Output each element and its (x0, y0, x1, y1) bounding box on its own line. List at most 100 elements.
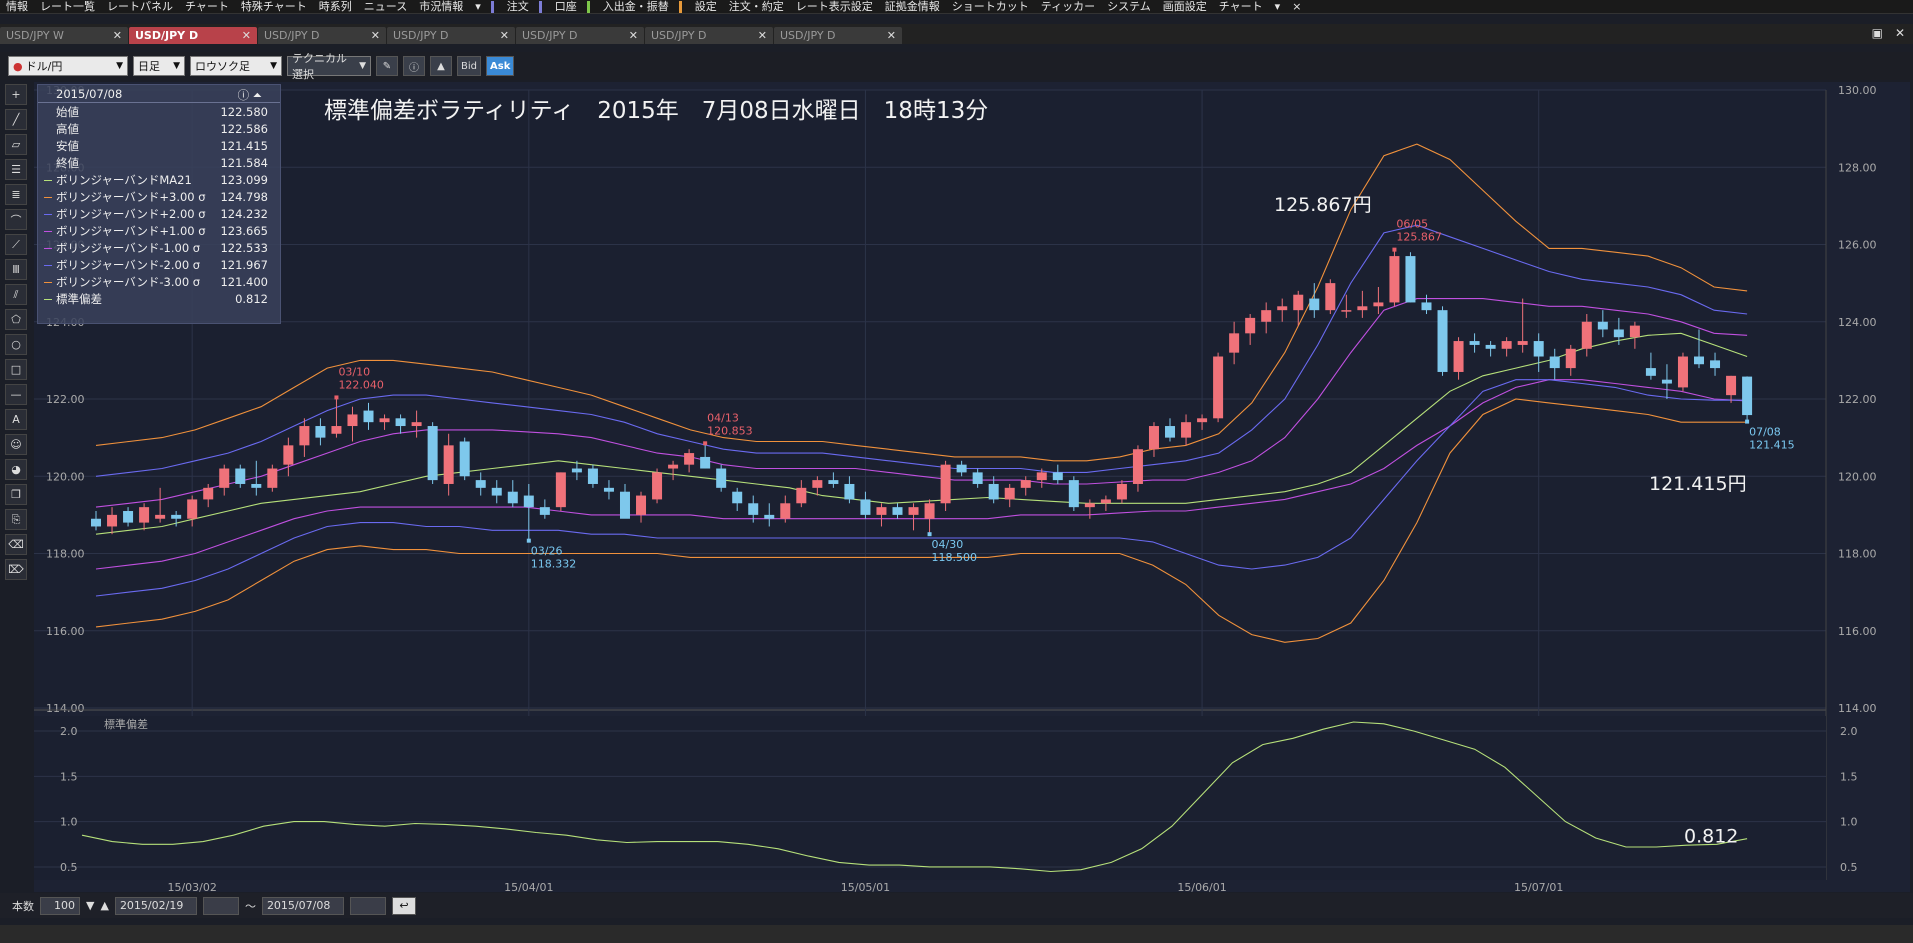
candle-body (619, 491, 630, 519)
menu-item[interactable]: ▾ (1269, 0, 1287, 14)
eraser-icon[interactable]: ⌫ (5, 534, 27, 555)
menu-item[interactable]: 口座 (549, 0, 583, 14)
candle-body (1293, 294, 1304, 311)
menu-item[interactable]: 時系列 (313, 0, 358, 14)
close-tab-icon[interactable]: ✕ (500, 29, 509, 42)
from-time-input[interactable] (202, 896, 239, 915)
menu-item[interactable]: ショートカット (946, 0, 1035, 14)
menu-item[interactable]: ▾ (469, 0, 487, 14)
menu-item[interactable]: × (1286, 0, 1307, 14)
restore-icon[interactable]: ▣ (1872, 26, 1883, 40)
technical-select[interactable]: テクニカル選択 ▼ (287, 52, 371, 81)
info-row: ボリンジャーバンド-2.00 σ 121.967 (38, 256, 280, 273)
erase-all-icon[interactable]: ⌦ (5, 559, 27, 580)
candle-body (1245, 317, 1256, 334)
pair-select[interactable]: ● ドル/円 ▼ (8, 56, 128, 76)
pencil-icon[interactable]: ✎ (376, 56, 398, 76)
fan-icon[interactable]: ⟋ (5, 234, 27, 255)
candle-body (171, 514, 182, 519)
copy-icon[interactable]: ❐ (5, 484, 27, 505)
extreme-marker (927, 532, 932, 537)
candle-body (235, 468, 246, 484)
menu-item[interactable]: 注文 (501, 0, 535, 14)
refresh-icon[interactable]: ↩ (391, 896, 416, 915)
close-tab-icon[interactable]: ✕ (887, 29, 896, 42)
menu-item[interactable]: レートパネル (101, 0, 179, 14)
count-up-icon[interactable]: ▲ (100, 899, 108, 912)
crosshair-icon[interactable]: + (5, 84, 27, 105)
tab-6[interactable]: USD/JPY D ✕ (774, 27, 902, 44)
menu-item[interactable]: 市況情報 (413, 0, 469, 14)
info-buttons[interactable]: ⓘ ⏶ (238, 87, 262, 102)
close-tab-icon[interactable]: ✕ (371, 29, 380, 42)
info-icon[interactable]: ⓘ (403, 56, 425, 76)
ask-button[interactable]: Ask (486, 56, 515, 76)
candle-body (1533, 341, 1544, 357)
candle-body (1325, 283, 1336, 311)
timeframe-select[interactable]: 日足 ▼ (133, 56, 185, 76)
pentagon-icon[interactable]: ⬠ (5, 309, 27, 330)
arc-icon[interactable]: ⌒ (5, 209, 27, 230)
menu-item[interactable]: ティッカー (1035, 0, 1101, 14)
menu-item[interactable]: 注文・約定 (723, 0, 790, 14)
candle-body (716, 468, 727, 488)
menu-item[interactable]: 証拠金情報 (879, 0, 946, 14)
hline-icon[interactable]: ☰ (5, 159, 27, 180)
ruler-icon[interactable]: ▱ (5, 134, 27, 155)
menu-item[interactable]: 入出金・振替 (597, 0, 675, 14)
y-tick-label-left: 122.00 (46, 393, 85, 406)
channel-icon[interactable]: ⫽ (5, 284, 27, 305)
tab-4[interactable]: USD/JPY D ✕ (516, 27, 644, 44)
tab-5[interactable]: USD/JPY D ✕ (645, 27, 773, 44)
chevron-down-icon: ▼ (116, 61, 123, 71)
trendline-icon[interactable]: ╱ (5, 109, 27, 130)
emoji-icon[interactable]: ☺ (5, 434, 27, 455)
paste-icon[interactable]: ⎘ (5, 509, 27, 530)
candle-body (700, 456, 711, 469)
tab-2[interactable]: USD/JPY D ✕ (258, 27, 386, 44)
circle-icon[interactable]: ○ (5, 334, 27, 355)
text-icon[interactable]: A (5, 409, 27, 430)
color-icon[interactable]: ◕ (5, 459, 27, 480)
tab-1[interactable]: USD/JPY D ✕ (129, 27, 257, 44)
chart-area[interactable]: 130.00130.00128.00128.00126.00126.00124.… (34, 82, 1910, 892)
area-chart-icon[interactable]: ▲ (430, 56, 452, 76)
menu-item[interactable]: チャート (1213, 0, 1269, 14)
tab-3[interactable]: USD/JPY D ✕ (387, 27, 515, 44)
line-icon[interactable]: — (5, 384, 27, 405)
candle-body (812, 480, 823, 488)
candle-body (475, 480, 486, 488)
menu-item[interactable]: システム (1101, 0, 1157, 14)
close-tab-icon[interactable]: ✕ (113, 29, 122, 42)
chart-type-select[interactable]: ロウソク足 ▼ (190, 56, 282, 76)
menu-item[interactable]: 画面設定 (1157, 0, 1213, 14)
count-input[interactable]: 100 (40, 896, 80, 915)
price-chart[interactable]: 130.00130.00128.00128.00126.00126.00124.… (34, 82, 1910, 892)
extreme-marker (1392, 247, 1397, 252)
close-tab-icon[interactable]: ✕ (758, 29, 767, 42)
menu-item[interactable]: ニュース (358, 0, 413, 14)
close-window-icon[interactable]: ✕ (1895, 26, 1905, 40)
close-tab-icon[interactable]: ✕ (629, 29, 638, 42)
tab-label: USD/JPY D (651, 29, 707, 42)
menu-item[interactable]: 設定 (689, 0, 723, 14)
rectangle-icon[interactable]: □ (5, 359, 27, 380)
x-tick-label: 15/04/01 (504, 881, 553, 892)
close-tab-icon[interactable]: ✕ (242, 29, 251, 42)
count-down-icon[interactable]: ▼ (86, 899, 94, 912)
menu-item[interactable]: レート一覧 (34, 0, 101, 14)
menu-item[interactable]: レート表示設定 (790, 0, 879, 14)
to-time-input[interactable] (349, 896, 386, 915)
vlines-icon[interactable]: Ⅲ (5, 259, 27, 280)
fibonacci-icon[interactable]: ≣ (5, 184, 27, 205)
menu-item[interactable]: 情報 (0, 0, 34, 14)
candle-body (828, 480, 839, 484)
to-date-input[interactable]: 2015/07/08 (261, 896, 344, 915)
menu-item[interactable]: 特殊チャート (235, 0, 313, 14)
tab-0[interactable]: USD/JPY W ✕ (0, 27, 128, 44)
candle-body (571, 468, 582, 473)
menu-item[interactable]: チャート (179, 0, 235, 14)
from-date-input[interactable]: 2015/02/19 (114, 896, 197, 915)
bid-button[interactable]: Bid (457, 56, 481, 76)
info-row: ボリンジャーバンド-1.00 σ 122.533 (38, 239, 280, 256)
